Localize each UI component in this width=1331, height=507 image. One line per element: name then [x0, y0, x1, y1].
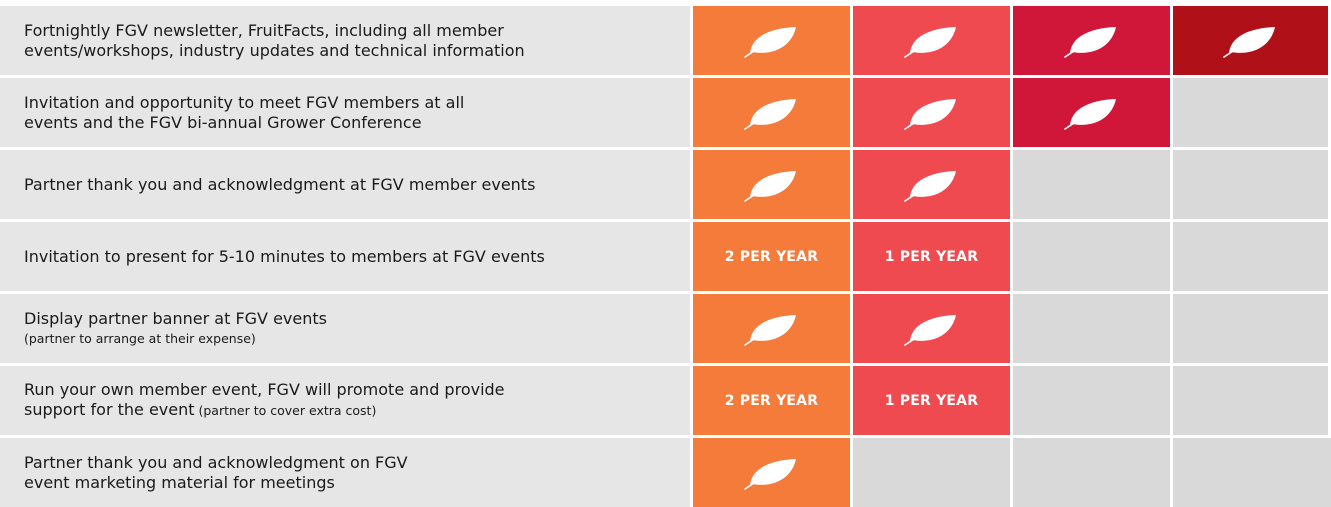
frequency-label: 1 PER YEAR [884, 248, 979, 265]
tier-cell [693, 294, 853, 363]
leaf-icon [743, 168, 800, 202]
leaf-icon [1063, 96, 1120, 130]
benefit-text-line: Partner thank you and acknowledgment at … [24, 174, 536, 194]
tier-cell [1013, 78, 1173, 147]
tier-cell [853, 438, 1013, 507]
tier-cell [693, 438, 853, 507]
benefit-text-line: Run your own member event, FGV will prom… [24, 380, 505, 399]
leaf-icon [743, 312, 800, 346]
tier-cell [1013, 150, 1173, 219]
frequency-label: 2 PER YEAR [724, 392, 819, 409]
benefit-text-line: Fortnightly FGV newsletter, FruitFacts, … [24, 20, 504, 40]
tier-cell [1173, 150, 1331, 219]
benefit-text-line: Invitation to present for 5-10 minutes t… [24, 246, 545, 266]
benefit-text-line: Partner thank you and acknowledgment on … [24, 452, 408, 472]
tier-cell [693, 6, 853, 75]
benefit-note: (partner to arrange at their expense) [24, 330, 256, 346]
leaf-icon [743, 456, 800, 490]
benefit-text-line: support for the event (partner to cover … [24, 400, 377, 419]
frequency-label: 1 PER YEAR [884, 392, 979, 409]
benefit-description: Invitation to present for 5-10 minutes t… [0, 222, 693, 291]
tier-cell [1173, 438, 1331, 507]
leaf-icon [1222, 24, 1279, 58]
leaf-icon [903, 312, 960, 346]
tier-cell [1173, 6, 1331, 75]
benefit-text-line: Invitation and opportunity to meet FGV m… [24, 92, 465, 112]
benefit-inline-note: (partner to cover extra cost) [194, 403, 377, 418]
benefit-text-line: event marketing material for meetings [24, 472, 335, 492]
frequency-label: 2 PER YEAR [724, 248, 819, 265]
tier-cell [1013, 222, 1173, 291]
benefit-text-line: events and the FGV bi-annual Grower Conf… [24, 112, 422, 132]
leaf-icon [743, 96, 800, 130]
tier-cell [853, 6, 1013, 75]
leaf-icon [1063, 24, 1120, 58]
benefit-description: Display partner banner at FGV events (par… [0, 294, 693, 363]
benefit-text-line: events/workshops, industry updates and t… [24, 40, 525, 60]
benefits-table: Fortnightly FGV newsletter, FruitFacts, … [0, 6, 1331, 507]
benefit-text-line: Display partner banner at FGV events [24, 308, 327, 328]
tier-cell [1013, 366, 1173, 435]
benefit-description: Fortnightly FGV newsletter, FruitFacts, … [0, 6, 693, 75]
tier-cell [1173, 294, 1331, 363]
tier-cell [853, 150, 1013, 219]
tier-cell [853, 78, 1013, 147]
benefit-description: Partner thank you and acknowledgment at … [0, 150, 693, 219]
tier-cell [1013, 6, 1173, 75]
benefit-description: Run your own member event, FGV will prom… [0, 366, 693, 435]
tier-cell [1173, 222, 1331, 291]
leaf-icon [903, 96, 960, 130]
tier-cell [693, 78, 853, 147]
tier-cell [1013, 294, 1173, 363]
tier-cell: 2 PER YEAR [693, 366, 853, 435]
tier-cell [693, 150, 853, 219]
leaf-icon [903, 168, 960, 202]
tier-cell [1173, 78, 1331, 147]
leaf-icon [743, 24, 800, 58]
tier-cell: 1 PER YEAR [853, 366, 1013, 435]
leaf-icon [903, 24, 960, 58]
benefit-description: Invitation and opportunity to meet FGV m… [0, 78, 693, 147]
tier-cell: 1 PER YEAR [853, 222, 1013, 291]
tier-cell: 2 PER YEAR [693, 222, 853, 291]
tier-cell [1173, 366, 1331, 435]
tier-cell [1013, 438, 1173, 507]
tier-cell [853, 294, 1013, 363]
benefit-description: Partner thank you and acknowledgment on … [0, 438, 693, 507]
